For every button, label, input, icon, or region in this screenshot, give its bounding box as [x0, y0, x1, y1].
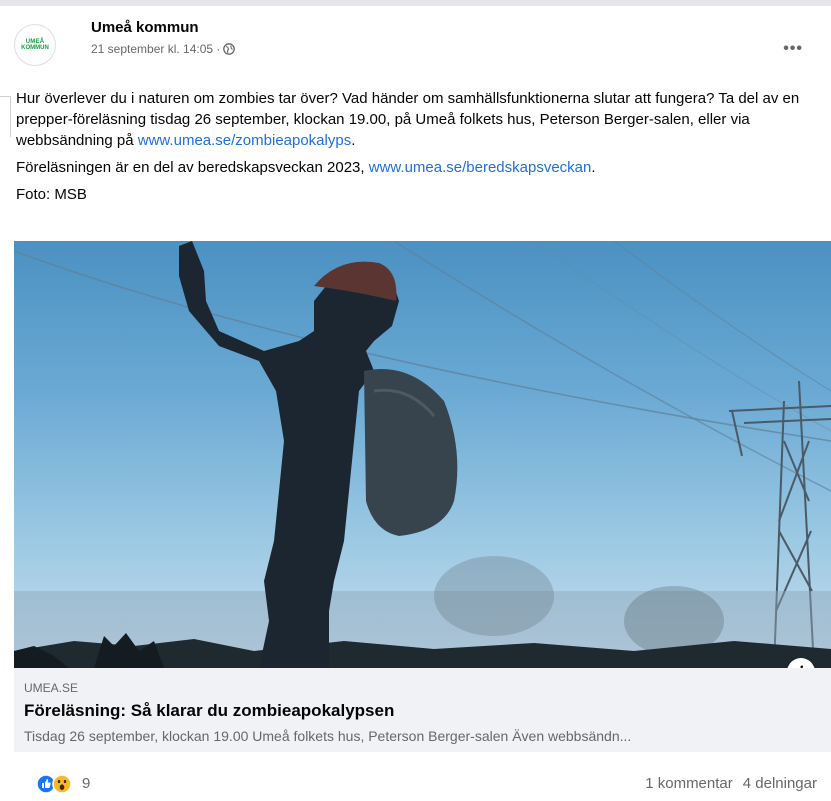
- more-options-icon[interactable]: •••: [783, 40, 803, 58]
- beredskapsveckan-link[interactable]: www.umea.se/beredskapsveckan: [369, 159, 592, 176]
- paragraph-2-text: Föreläsningen är en del av beredskapsvec…: [16, 159, 369, 176]
- page-name-link[interactable]: Umeå kommun: [91, 19, 199, 36]
- comments-count[interactable]: 1 kommentar: [645, 775, 733, 792]
- post-meta: 21 september kl. 14:05 ·: [91, 42, 236, 56]
- post-card: UMEÅ KOMMUN Umeå kommun 21 september kl.…: [0, 0, 831, 801]
- post-image[interactable]: i: [14, 241, 831, 668]
- reaction-count[interactable]: 9: [82, 775, 90, 792]
- avatar-logo-line2: KOMMUN: [21, 44, 49, 51]
- reaction-icons[interactable]: [36, 774, 72, 794]
- wow-reaction-icon: [52, 774, 72, 794]
- globe-icon: [223, 43, 236, 55]
- paragraph-1-text: Hur överlever du i naturen om zombies ta…: [16, 90, 800, 149]
- shares-count[interactable]: 4 delningar: [743, 775, 817, 792]
- adjacent-panel-edge: [0, 96, 11, 137]
- paragraph-1-end: .: [351, 132, 356, 149]
- link-description: Tisdag 26 september, klockan 19.00 Umeå …: [24, 728, 632, 744]
- page-avatar[interactable]: UMEÅ KOMMUN: [14, 24, 56, 66]
- post-paragraph-1: Hur överlever du i naturen om zombies ta…: [16, 88, 817, 151]
- post-text: Hur överlever du i naturen om zombies ta…: [16, 88, 817, 211]
- post-timestamp[interactable]: 21 september kl. 14:05 ·: [91, 42, 220, 56]
- reactions-bar: 9 1 kommentar 4 delningar: [14, 768, 817, 798]
- link-title: Föreläsning: Så klarar du zombieapokalyp…: [24, 701, 395, 720]
- engagement-counts: 1 kommentar 4 delningar: [645, 775, 817, 792]
- link-domain: UMEA.SE: [24, 681, 79, 695]
- paragraph-2-end: .: [591, 159, 596, 176]
- photo-credit: Foto: MSB: [16, 186, 87, 203]
- post-header: UMEÅ KOMMUN Umeå kommun 21 september kl.…: [14, 18, 817, 70]
- post-paragraph-2: Föreläsningen är en del av beredskapsvec…: [16, 157, 817, 178]
- zombie-lecture-photo: [14, 241, 831, 668]
- zombieapokalyps-link[interactable]: www.umea.se/zombieapokalyps: [138, 132, 351, 149]
- link-preview[interactable]: UMEA.SE Föreläsning: Så klarar du zombie…: [14, 668, 831, 752]
